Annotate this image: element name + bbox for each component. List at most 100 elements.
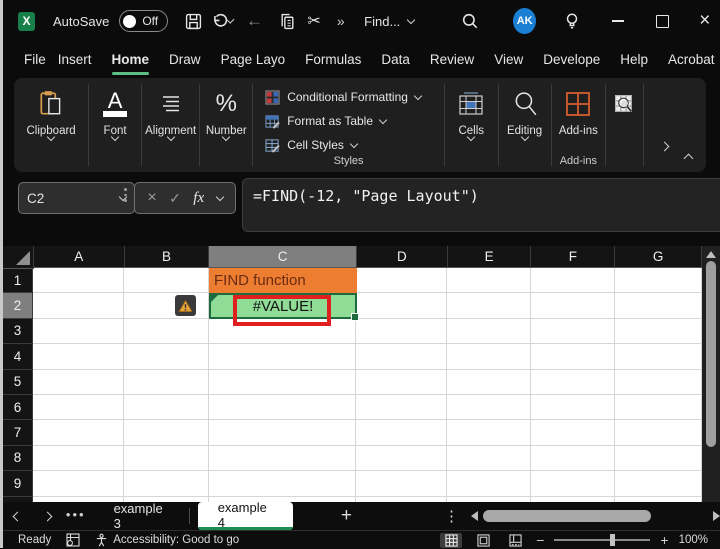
cell-A6[interactable] <box>33 395 124 420</box>
save-icon[interactable] <box>180 6 207 36</box>
row-header-1[interactable]: 1 <box>3 268 33 293</box>
search-icon[interactable] <box>456 6 483 36</box>
cell-D6[interactable] <box>356 395 447 420</box>
account-avatar[interactable]: AK <box>513 8 536 34</box>
menu-tab-review[interactable]: Review <box>424 48 480 71</box>
cell-G1[interactable] <box>615 268 702 293</box>
select-all-button[interactable] <box>3 246 34 269</box>
cell-C4[interactable] <box>209 344 357 369</box>
cell-A4[interactable] <box>33 344 124 369</box>
cut-icon[interactable]: ✂ <box>301 6 328 36</box>
vertical-scrollbar[interactable] <box>702 246 720 502</box>
formula-input[interactable]: =FIND(-12, "Page Layout") <box>242 178 720 232</box>
menu-tab-insert[interactable]: Insert <box>52 48 98 71</box>
cell-F9[interactable] <box>531 471 615 496</box>
cell-E3[interactable] <box>447 319 531 344</box>
cell-A2[interactable] <box>33 293 124 318</box>
cell-G2[interactable] <box>615 293 702 318</box>
collapse-ribbon-icon[interactable] <box>684 154 694 164</box>
menu-tab-view[interactable]: View <box>488 48 529 71</box>
clipboard-group[interactable]: Clipboard <box>14 78 88 172</box>
format-as-table-button[interactable]: Format as Table <box>265 109 434 133</box>
cell-F6[interactable] <box>531 395 615 420</box>
cell-C8[interactable] <box>209 446 357 471</box>
column-header-G[interactable]: G <box>615 246 702 268</box>
scroll-right-icon[interactable] <box>713 511 720 521</box>
alignment-group[interactable]: Alignment <box>142 78 199 172</box>
fill-handle[interactable] <box>351 313 359 321</box>
menu-tab-help[interactable]: Help <box>614 48 654 71</box>
cell-A7[interactable] <box>33 420 124 445</box>
cell-G3[interactable] <box>615 319 702 344</box>
cell-E7[interactable] <box>447 420 531 445</box>
cell-G6[interactable] <box>615 395 702 420</box>
row-header-3[interactable]: 3 <box>3 319 33 344</box>
conditional-formatting-button[interactable]: Conditional Formatting <box>265 85 434 109</box>
fx-dropdown-icon[interactable] <box>215 192 223 200</box>
menu-tab-formulas[interactable]: Formulas <box>299 48 367 71</box>
column-header-E[interactable]: E <box>448 246 532 268</box>
cell-B6[interactable] <box>124 395 209 420</box>
cell-styles-button[interactable]: Cell Styles <box>265 133 434 157</box>
scroll-left-icon[interactable] <box>471 511 478 521</box>
cell-E6[interactable] <box>447 395 531 420</box>
column-header-F[interactable]: F <box>531 246 615 268</box>
cell-D9[interactable] <box>356 471 447 496</box>
sheet-options-icon[interactable]: ⋮ <box>444 507 459 525</box>
more-commands-icon[interactable]: » <box>327 6 354 36</box>
cell-D8[interactable] <box>356 446 447 471</box>
new-sheet-button[interactable]: + <box>341 505 352 527</box>
cell-F8[interactable] <box>531 446 615 471</box>
zoom-out-button[interactable]: − <box>536 532 544 548</box>
cells-group[interactable]: Cells <box>445 78 498 172</box>
excel-app-icon[interactable]: X <box>18 12 35 31</box>
cell-E8[interactable] <box>447 446 531 471</box>
cell-A1[interactable] <box>33 268 124 293</box>
cell-F7[interactable] <box>531 420 615 445</box>
lightbulb-icon[interactable] <box>558 6 585 36</box>
formula-bar-drag-handle[interactable] <box>124 188 127 202</box>
row-header-8[interactable]: 8 <box>3 446 33 471</box>
sheet-tab-example3[interactable]: example 3 <box>94 502 189 530</box>
cell-C9[interactable] <box>209 471 357 496</box>
cell-D1[interactable] <box>356 268 447 293</box>
cell-G5[interactable] <box>615 370 702 395</box>
column-header-A[interactable]: A <box>34 246 125 268</box>
cell-B8[interactable] <box>124 446 209 471</box>
menu-tab-draw[interactable]: Draw <box>163 48 207 71</box>
cell-C5[interactable] <box>209 370 357 395</box>
cell-F4[interactable] <box>531 344 615 369</box>
cell-A3[interactable] <box>33 319 124 344</box>
cell-F5[interactable] <box>531 370 615 395</box>
column-header-C[interactable]: C <box>209 246 357 268</box>
cell-G8[interactable] <box>615 446 702 471</box>
number-group[interactable]: % Number <box>200 78 252 172</box>
autosave-toggle[interactable]: Off <box>119 10 168 32</box>
column-header-D[interactable]: D <box>357 246 448 268</box>
zoom-in-button[interactable]: + <box>660 532 668 548</box>
editing-group[interactable]: Editing <box>499 78 551 172</box>
page-break-view-button[interactable] <box>504 533 526 548</box>
cancel-entry-icon[interactable]: × <box>147 189 156 207</box>
cell-D2[interactable] <box>356 293 447 318</box>
cell-B5[interactable] <box>124 370 209 395</box>
cell-C6[interactable] <box>209 395 357 420</box>
cell-D3[interactable] <box>356 319 447 344</box>
column-header-B[interactable]: B <box>125 246 210 268</box>
cell-F3[interactable] <box>531 319 615 344</box>
sheet-nav-right[interactable] <box>32 513 61 520</box>
addins-group[interactable]: Add-ins Add-ins <box>551 78 605 172</box>
row-header-4[interactable]: 4 <box>3 344 33 369</box>
menu-tab-data[interactable]: Data <box>375 48 416 71</box>
cell-D4[interactable] <box>356 344 447 369</box>
copy-icon[interactable] <box>274 6 301 36</box>
menu-tab-acrobat[interactable]: Acrobat <box>662 48 720 71</box>
ribbon-scroll-right-icon[interactable] <box>660 141 670 151</box>
cell-D5[interactable] <box>356 370 447 395</box>
accessibility-status[interactable]: Accessibility: Good to go <box>95 533 239 547</box>
menu-tab-file[interactable]: File <box>18 48 52 71</box>
row-header-7[interactable]: 7 <box>3 420 33 445</box>
cell-A9[interactable] <box>33 471 124 496</box>
cell-B4[interactable] <box>124 344 209 369</box>
cell-E5[interactable] <box>447 370 531 395</box>
